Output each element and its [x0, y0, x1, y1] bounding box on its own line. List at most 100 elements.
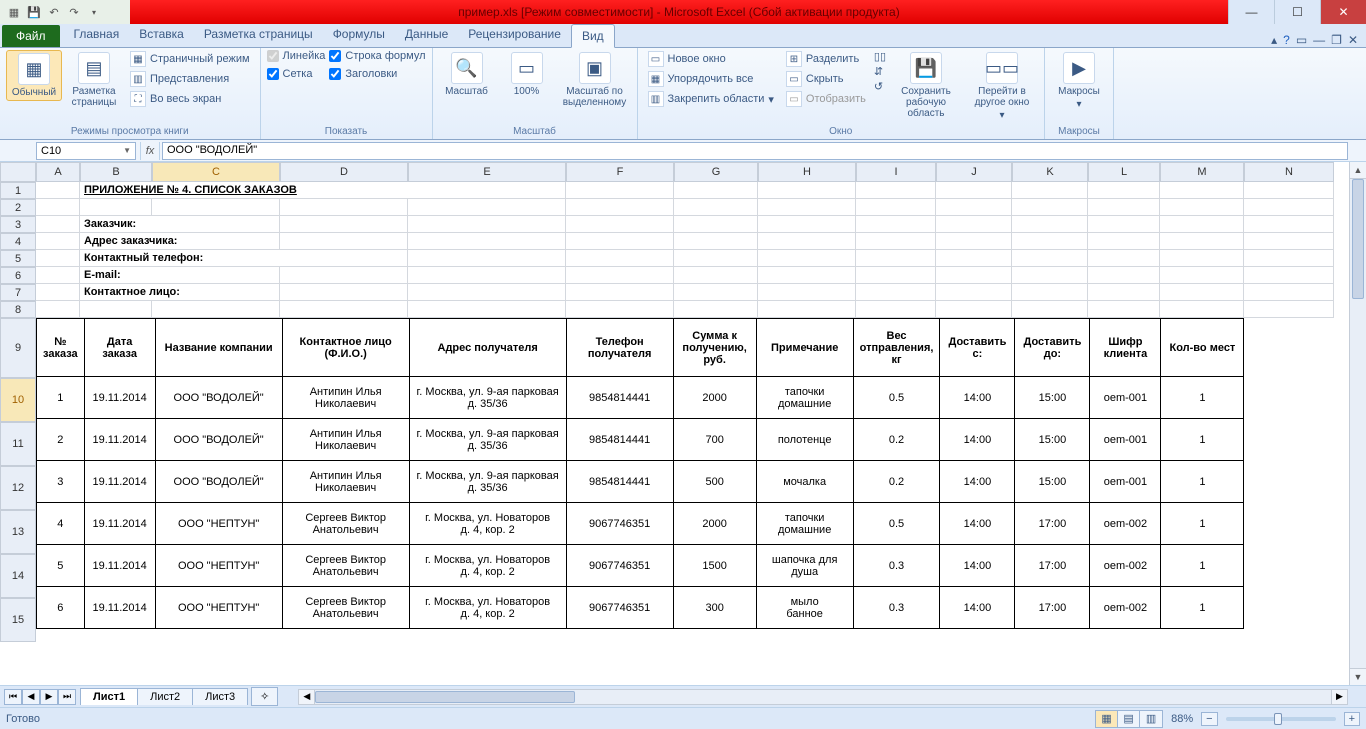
- table-cell[interactable]: тапочкидомашние: [756, 377, 853, 419]
- cell-C2[interactable]: [152, 199, 280, 216]
- ruler-checkbox[interactable]: Линейка: [267, 50, 326, 62]
- reset-position-icon[interactable]: ↺: [874, 80, 886, 93]
- scroll-right-icon[interactable]: ▶: [1331, 690, 1347, 704]
- table-cell[interactable]: ООО "ВОДОЛЕЙ": [155, 419, 282, 461]
- col-header-F[interactable]: F: [566, 162, 674, 182]
- cell-F7[interactable]: [566, 284, 674, 301]
- freeze-panes-button[interactable]: ▥Закрепить области ▾: [644, 90, 778, 108]
- row-header-10[interactable]: 10: [0, 378, 36, 422]
- cell-A1[interactable]: [36, 182, 80, 199]
- table-cell[interactable]: г. Москва, ул. Новаторовд. 4, кор. 2: [409, 545, 566, 587]
- tab-рецензирование[interactable]: Рецензирование: [458, 23, 571, 47]
- cell-H8[interactable]: [758, 301, 856, 318]
- table-cell[interactable]: Антипин ИльяНиколаевич: [282, 377, 409, 419]
- table-cell[interactable]: г. Москва, ул. Новаторовд. 4, кор. 2: [409, 587, 566, 629]
- cell-N3[interactable]: [1244, 216, 1334, 233]
- table-cell[interactable]: 14:00: [940, 587, 1015, 629]
- cell-D2[interactable]: [280, 199, 408, 216]
- cell-N6[interactable]: [1244, 267, 1334, 284]
- cell-A2[interactable]: [36, 199, 80, 216]
- horizontal-scrollbar[interactable]: ◀ ▶: [298, 689, 1348, 705]
- cell-F4[interactable]: [566, 233, 674, 250]
- cell-G5[interactable]: [674, 250, 758, 267]
- unhide-button[interactable]: ▭Отобразить: [782, 90, 870, 108]
- cell-A4[interactable]: [36, 233, 80, 250]
- table-header[interactable]: Доставить с:: [940, 319, 1015, 377]
- table-header[interactable]: Кол-во мест: [1161, 319, 1244, 377]
- cell-N2[interactable]: [1244, 199, 1334, 216]
- table-cell[interactable]: oem-002: [1090, 545, 1161, 587]
- cell-K4[interactable]: [1012, 233, 1088, 250]
- hide-button[interactable]: ▭Скрыть: [782, 70, 870, 88]
- tab-вид[interactable]: Вид: [571, 24, 615, 48]
- cell-H3[interactable]: [758, 216, 856, 233]
- cell-H2[interactable]: [758, 199, 856, 216]
- cell-B7[interactable]: Контактное лицо:: [80, 284, 280, 301]
- table-cell[interactable]: Антипин ИльяНиколаевич: [282, 461, 409, 503]
- table-cell[interactable]: 14:00: [940, 419, 1015, 461]
- table-cell[interactable]: 3: [37, 461, 85, 503]
- cell-A8[interactable]: [36, 301, 80, 318]
- cell-E3[interactable]: [408, 216, 566, 233]
- cell-G4[interactable]: [674, 233, 758, 250]
- cell-L8[interactable]: [1088, 301, 1160, 318]
- macros-button[interactable]: ▶Макросы ▾: [1051, 50, 1107, 112]
- cell-K7[interactable]: [1012, 284, 1088, 301]
- table-cell[interactable]: 15:00: [1015, 377, 1090, 419]
- table-cell[interactable]: 14:00: [940, 461, 1015, 503]
- zoom-out-button[interactable]: −: [1201, 712, 1217, 726]
- view-full-screen-button[interactable]: ⛶Во весь экран: [126, 90, 254, 108]
- table-cell[interactable]: 17:00: [1015, 545, 1090, 587]
- table-cell[interactable]: 300: [673, 587, 756, 629]
- tab-данные[interactable]: Данные: [395, 23, 458, 47]
- row-header-1[interactable]: 1: [0, 182, 36, 199]
- col-header-J[interactable]: J: [936, 162, 1012, 182]
- worksheet-area[interactable]: ABCDEFGHIJKLMN1ПРИЛОЖЕНИЕ № 4. СПИСОК ЗА…: [0, 162, 1366, 685]
- maximize-button[interactable]: ☐: [1274, 0, 1320, 24]
- save-workspace-button[interactable]: 💾Сохранить рабочую область: [890, 50, 962, 121]
- table-header[interactable]: Примечание: [756, 319, 853, 377]
- cell-D4[interactable]: [280, 233, 408, 250]
- sheet-nav-prev-icon[interactable]: ◀: [22, 689, 40, 705]
- arrange-all-button[interactable]: ▦Упорядочить все: [644, 70, 778, 88]
- table-cell[interactable]: мылобанное: [756, 587, 853, 629]
- table-cell[interactable]: 1: [1161, 503, 1244, 545]
- table-cell[interactable]: oem-001: [1090, 461, 1161, 503]
- col-header-E[interactable]: E: [408, 162, 566, 182]
- cell-J3[interactable]: [936, 216, 1012, 233]
- table-cell[interactable]: мочалка: [756, 461, 853, 503]
- table-cell[interactable]: 1: [1161, 377, 1244, 419]
- col-header-N[interactable]: N: [1244, 162, 1334, 182]
- table-cell[interactable]: 4: [37, 503, 85, 545]
- tab-вставка[interactable]: Вставка: [129, 23, 194, 47]
- table-header[interactable]: Шифр клиента: [1090, 319, 1161, 377]
- row-header-9[interactable]: 9: [0, 318, 36, 378]
- table-cell[interactable]: 19.11.2014: [84, 587, 155, 629]
- table-cell[interactable]: 500: [673, 461, 756, 503]
- cell-G2[interactable]: [674, 199, 758, 216]
- table-cell[interactable]: 19.11.2014: [84, 545, 155, 587]
- table-cell[interactable]: шапочка длядуша: [756, 545, 853, 587]
- cell-B8[interactable]: [80, 301, 152, 318]
- hscroll-thumb[interactable]: [315, 691, 575, 703]
- formula-bar-checkbox[interactable]: Строка формул: [329, 50, 425, 62]
- col-header-A[interactable]: A: [36, 162, 80, 182]
- cell-L4[interactable]: [1088, 233, 1160, 250]
- table-cell[interactable]: 19.11.2014: [84, 377, 155, 419]
- sheet-tab-Лист2[interactable]: Лист2: [137, 688, 193, 705]
- table-cell[interactable]: 1: [1161, 587, 1244, 629]
- cell-N7[interactable]: [1244, 284, 1334, 301]
- cell-M8[interactable]: [1160, 301, 1244, 318]
- table-cell[interactable]: 9067746351: [566, 545, 673, 587]
- cell-G6[interactable]: [674, 267, 758, 284]
- cell-B2[interactable]: [80, 199, 152, 216]
- select-all-corner[interactable]: [0, 162, 36, 182]
- cell-A7[interactable]: [36, 284, 80, 301]
- view-custom-views-button[interactable]: ▥Представления: [126, 70, 254, 88]
- cell-K6[interactable]: [1012, 267, 1088, 284]
- col-header-I[interactable]: I: [856, 162, 936, 182]
- workbook-close-icon[interactable]: ✕: [1348, 33, 1358, 47]
- cell-L7[interactable]: [1088, 284, 1160, 301]
- cell-B5[interactable]: Контактный телефон:: [80, 250, 408, 267]
- view-normal-button[interactable]: ▦Обычный: [6, 50, 62, 101]
